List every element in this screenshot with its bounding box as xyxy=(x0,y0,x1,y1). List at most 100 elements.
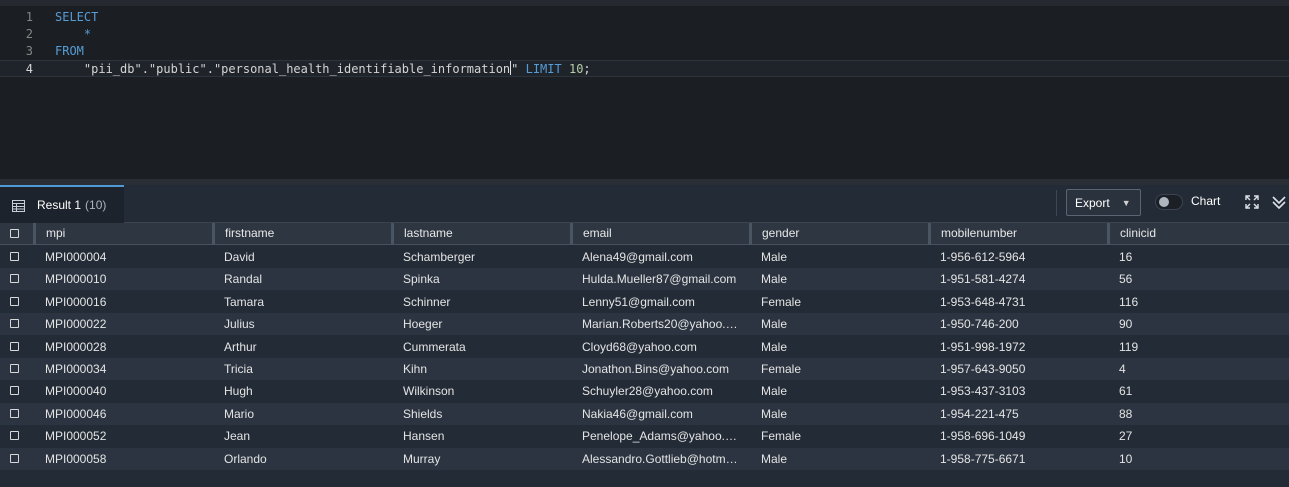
cell-email: Penelope_Adams@yahoo.com xyxy=(582,429,741,444)
cell-mpi: MPI000028 xyxy=(45,339,107,354)
chart-label: Chart xyxy=(1191,194,1221,208)
cell-mobilenumber: 1-951-998-1972 xyxy=(940,339,1026,354)
line-number: 3 xyxy=(25,44,33,58)
table-row[interactable]: MPI000046 Mario Shields Nakia46@gmail.com Ma… xyxy=(0,402,1289,425)
cell-gender: Male xyxy=(761,250,788,264)
column-header-mpi[interactable]: mpi xyxy=(33,223,212,245)
code-text: SELECT xyxy=(55,9,98,26)
double-chevron-down-icon[interactable] xyxy=(1271,194,1287,210)
cell-lastname: Hansen xyxy=(403,429,445,444)
cell-mobilenumber: 1-957-643-9050 xyxy=(940,362,1026,376)
table-row[interactable]: MPI000040 Hugh Wilkinson Schuyler28@yahoo.c… xyxy=(0,380,1289,403)
table-row[interactable]: MPI000010 Randal Spinka Hulda.Mueller87@gma… xyxy=(0,268,1289,291)
cell-firstname: Hugh xyxy=(224,384,253,399)
column-header-lastname[interactable]: lastname xyxy=(391,223,570,245)
code-line[interactable]: 2 * xyxy=(0,26,1289,43)
cell-gender: Male xyxy=(761,317,788,332)
results-toolbar: Result 1 (10) Export ▼ Chart xyxy=(0,185,1289,223)
cell-email: Cloyd68@yahoo.com xyxy=(582,339,697,354)
cell-mpi: MPI000004 xyxy=(45,250,107,264)
table-row[interactable]: MPI000004 David Schamberger Alena49@gmail.c… xyxy=(0,246,1289,268)
column-header-firstname[interactable]: firstname xyxy=(212,223,391,245)
table-row[interactable]: MPI000022 Julius Hoeger Marian.Roberts20@ya… xyxy=(0,313,1289,336)
cell-mpi: MPI000046 xyxy=(45,406,107,421)
cell-mpi: MPI000034 xyxy=(45,362,107,376)
code-token: LIMIT xyxy=(525,62,562,76)
results-footer xyxy=(0,470,1289,487)
code-text: FROM xyxy=(55,43,84,60)
code-line[interactable]: 3 FROM xyxy=(0,43,1289,60)
code-line[interactable]: 4 "pii_db"."public"."personal_health_ide… xyxy=(0,60,1289,77)
cell-gender: Male xyxy=(761,384,788,399)
table-row[interactable]: MPI000034 Tricia Kihn Jonathon.Bins@yahoo.c… xyxy=(0,358,1289,380)
table-header: mpi firstname lastname email gender mobilenum… xyxy=(0,223,1289,245)
row-checkbox[interactable] xyxy=(10,252,19,261)
cell-gender: Female xyxy=(761,362,802,376)
cell-email: Marian.Roberts20@yahoo.com xyxy=(582,317,741,332)
code-text: "pii_db"."public"."personal_health_ident… xyxy=(55,61,591,78)
chart-toggle[interactable] xyxy=(1155,194,1183,210)
line-number: 1 xyxy=(25,10,33,24)
cell-mpi: MPI000016 xyxy=(45,294,107,309)
code-token: FROM xyxy=(55,44,84,58)
cell-mobilenumber: 1-958-775-6671 xyxy=(940,451,1026,466)
row-checkbox[interactable] xyxy=(10,341,19,351)
cell-gender: Male xyxy=(761,451,788,466)
select-all-checkbox[interactable] xyxy=(10,229,19,238)
cell-mpi: MPI000010 xyxy=(45,272,107,287)
row-checkbox[interactable] xyxy=(10,386,19,396)
row-checkbox[interactable] xyxy=(10,453,19,463)
row-checkbox[interactable] xyxy=(10,431,19,441)
row-checkbox[interactable] xyxy=(10,319,19,329)
table-row[interactable]: MPI000052 Jean Hansen Penelope_Adams@yahoo.… xyxy=(0,425,1289,448)
line-number: 4 xyxy=(25,62,33,76)
cell-gender: Female xyxy=(761,294,802,309)
column-header-email[interactable]: email xyxy=(570,223,749,245)
cell-clinicid: 4 xyxy=(1119,362,1126,376)
cell-lastname: Schinner xyxy=(403,294,451,309)
cell-gender: Male xyxy=(761,272,788,287)
cell-mpi: MPI000022 xyxy=(45,317,107,332)
cell-gender: Female xyxy=(761,429,802,444)
cell-firstname: Randal xyxy=(224,272,263,287)
table-row[interactable]: MPI000058 Orlando Murray Alessandro.Gottlie… xyxy=(0,447,1289,470)
cell-firstname: Orlando xyxy=(224,451,267,466)
row-checkbox[interactable] xyxy=(10,274,19,284)
toolbar-divider xyxy=(1056,190,1057,216)
cell-email: Jonathon.Bins@yahoo.com xyxy=(582,362,729,376)
code-token: " xyxy=(511,62,526,76)
code-token: ; xyxy=(583,62,591,76)
cell-clinicid: 119 xyxy=(1119,339,1139,354)
cell-mobilenumber: 1-958-696-1049 xyxy=(940,429,1026,444)
table-row[interactable]: MPI000016 Tamara Schinner Lenny51@gmail.com… xyxy=(0,290,1289,313)
column-header-mobilenumber[interactable]: mobilenumber xyxy=(928,223,1107,245)
cell-firstname: Jean xyxy=(224,429,251,444)
cell-clinicid: 27 xyxy=(1119,429,1133,444)
export-button[interactable]: Export ▼ xyxy=(1066,189,1141,216)
cell-mobilenumber: 1-951-581-4274 xyxy=(940,272,1026,287)
cell-firstname: Tamara xyxy=(224,294,265,309)
cell-clinicid: 90 xyxy=(1119,317,1133,332)
line-number: 2 xyxy=(25,27,33,41)
expand-icon[interactable] xyxy=(1245,195,1259,209)
export-label: Export xyxy=(1075,195,1110,210)
result-count: (10) xyxy=(85,198,107,212)
row-checkbox[interactable] xyxy=(10,364,19,373)
cell-mobilenumber: 1-953-437-3103 xyxy=(940,384,1026,399)
row-checkbox[interactable] xyxy=(10,296,19,306)
column-header-clinicid[interactable]: clinicid xyxy=(1107,223,1289,245)
cell-clinicid: 61 xyxy=(1119,384,1133,399)
cell-gender: Male xyxy=(761,406,788,421)
table-row[interactable]: MPI000028 Arthur Cummerata Cloyd68@yahoo.co… xyxy=(0,335,1289,358)
cell-lastname: Kihn xyxy=(403,362,428,376)
tab-result-1[interactable]: Result 1 (10) xyxy=(0,185,124,223)
sql-editor[interactable]: 1 SELECT 2 * 3 FROM 4 "pii_db"."public"."pers… xyxy=(0,0,1289,179)
code-line[interactable]: 1 SELECT xyxy=(0,9,1289,26)
cell-clinicid: 10 xyxy=(1119,451,1133,466)
caret-down-icon: ▼ xyxy=(1121,197,1131,208)
cell-gender: Male xyxy=(761,339,788,354)
row-checkbox[interactable] xyxy=(10,408,19,418)
code-token: SELECT xyxy=(55,10,99,24)
column-header-gender[interactable]: gender xyxy=(749,223,928,245)
